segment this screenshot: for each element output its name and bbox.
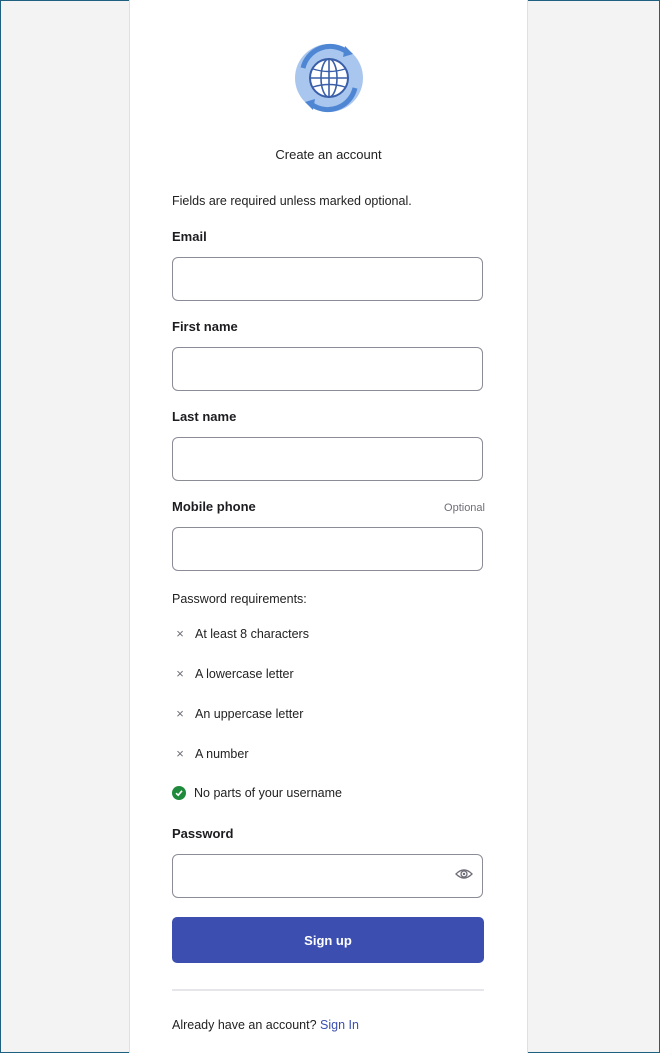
requirement-label: At least 8 characters bbox=[195, 626, 309, 641]
requirement-item: × A lowercase letter bbox=[172, 666, 294, 681]
divider bbox=[172, 989, 484, 991]
sign-in-link[interactable]: Sign In bbox=[320, 1018, 359, 1032]
last-name-field[interactable] bbox=[172, 437, 483, 481]
check-circle-icon bbox=[172, 786, 186, 800]
last-name-label: Last name bbox=[172, 409, 237, 424]
required-fields-note: Fields are required unless marked option… bbox=[172, 194, 412, 208]
signup-card: Create an account Fields are required un… bbox=[129, 0, 528, 1053]
email-field[interactable] bbox=[172, 257, 483, 301]
requirement-label: An uppercase letter bbox=[195, 706, 304, 721]
globe-refresh-logo bbox=[295, 43, 363, 113]
cross-icon: × bbox=[176, 746, 184, 761]
cross-icon: × bbox=[176, 706, 184, 721]
first-name-field[interactable] bbox=[172, 347, 483, 391]
requirement-label: No parts of your username bbox=[194, 786, 342, 800]
mobile-phone-field[interactable] bbox=[172, 527, 483, 571]
eye-icon[interactable] bbox=[455, 867, 473, 881]
password-field[interactable] bbox=[172, 854, 483, 898]
sign-up-button[interactable]: Sign up bbox=[172, 917, 484, 963]
first-name-label: First name bbox=[172, 319, 238, 334]
mobile-phone-label: Mobile phone bbox=[172, 499, 256, 514]
requirement-item: No parts of your username bbox=[172, 786, 342, 800]
optional-tag: Optional bbox=[444, 502, 485, 514]
requirement-label: A lowercase letter bbox=[195, 666, 294, 681]
cross-icon: × bbox=[176, 626, 184, 641]
password-label: Password bbox=[172, 826, 234, 841]
password-requirements-heading: Password requirements: bbox=[172, 592, 307, 606]
requirement-item: × At least 8 characters bbox=[172, 626, 309, 641]
cross-icon: × bbox=[176, 666, 184, 681]
requirement-item: × A number bbox=[172, 746, 249, 761]
page-title: Create an account bbox=[275, 147, 382, 162]
email-label: Email bbox=[172, 229, 207, 244]
sign-in-prompt: Already have an account? Sign In bbox=[172, 1018, 359, 1032]
requirement-label: A number bbox=[195, 746, 249, 761]
requirement-item: × An uppercase letter bbox=[172, 706, 303, 721]
sign-in-prompt-text: Already have an account? bbox=[172, 1018, 317, 1032]
